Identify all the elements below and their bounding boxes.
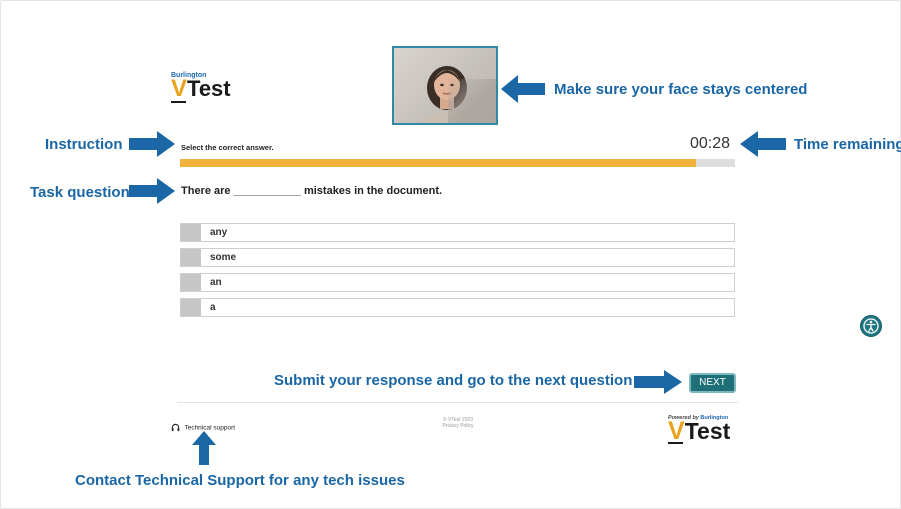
- option-label: some: [210, 252, 237, 263]
- face-arrow-icon: [501, 75, 545, 103]
- option-a[interactable]: a: [180, 298, 735, 317]
- option-any[interactable]: any: [180, 223, 735, 242]
- footer-logo-v: V: [668, 417, 685, 445]
- footer-vtest-logo: Powered by Burlington VTest: [668, 415, 730, 444]
- option-selector[interactable]: [181, 274, 201, 291]
- option-some[interactable]: some: [180, 248, 735, 267]
- question-text: There are ___________ mistakes in the do…: [181, 185, 442, 197]
- annotation-face: Make sure your face stays centered: [554, 81, 808, 98]
- option-selector[interactable]: [181, 224, 201, 241]
- instruction-arrow-icon: [129, 131, 175, 157]
- timer: 00:28: [690, 135, 731, 152]
- annotation-time: Time remaining: [794, 136, 901, 153]
- app-frame: Burlington VTest Make sure your face sta…: [0, 0, 901, 509]
- option-selector[interactable]: [181, 249, 201, 266]
- footer-center: © VTest 2023 Privacy Policy: [438, 417, 478, 429]
- footer-logo-test: Test: [684, 418, 731, 444]
- annotation-submit: Submit your response and go to the next …: [274, 372, 633, 389]
- option-label: any: [210, 227, 228, 238]
- question-blank: ___________: [233, 185, 301, 197]
- option-an[interactable]: an: [180, 273, 735, 292]
- progress-bar: [180, 159, 735, 167]
- progress-fill: [180, 159, 697, 167]
- question-after: mistakes in the document.: [303, 185, 443, 197]
- webcam-preview: [392, 46, 498, 125]
- headset-icon: [171, 424, 180, 432]
- option-label: an: [210, 277, 222, 288]
- support-arrow-icon: [192, 431, 216, 465]
- footer-divider: [177, 402, 738, 403]
- option-label: a: [210, 302, 216, 313]
- annotation-task: Task question: [30, 184, 130, 201]
- logo-test: Test: [187, 76, 231, 101]
- task-arrow-icon: [129, 178, 175, 204]
- logo-v: V: [171, 75, 188, 102]
- annotation-instruction: Instruction: [45, 136, 123, 153]
- time-arrow-icon: [740, 131, 786, 157]
- option-selector[interactable]: [181, 299, 201, 316]
- accessibility-button[interactable]: [860, 315, 882, 337]
- vtest-logo: Burlington VTest: [171, 72, 231, 103]
- accessibility-icon: [863, 318, 879, 334]
- annotation-support: Contact Technical Support for any tech i…: [75, 472, 405, 489]
- next-button[interactable]: NEXT: [689, 373, 736, 393]
- privacy-policy-link[interactable]: Privacy Policy: [438, 423, 478, 429]
- instruction-text: Select the correct answer.: [181, 143, 274, 152]
- submit-arrow-icon: [634, 370, 682, 394]
- question-before: There are: [181, 185, 231, 197]
